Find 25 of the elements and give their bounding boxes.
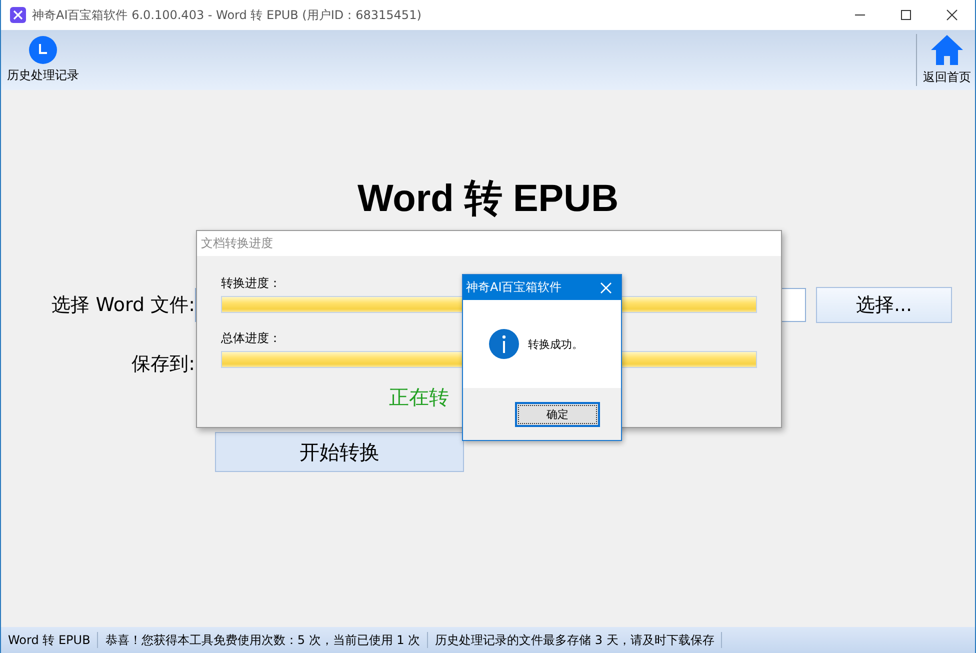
dialog-title: 文档转换进度 xyxy=(201,235,273,252)
clock-icon xyxy=(29,36,57,64)
window-title: 神奇AI百宝箱软件 6.0.100.403 - Word 转 EPUB (用户ID：68315451) xyxy=(32,6,422,24)
home-icon xyxy=(930,34,964,66)
status-text: 恭喜！您获得本工具免费使用次数：5 次，当前已使用 1 次 xyxy=(98,632,428,648)
close-icon xyxy=(600,282,612,294)
maximize-icon xyxy=(900,9,912,21)
close-icon xyxy=(946,9,958,21)
progress-label: 转换进度： xyxy=(221,276,281,290)
start-button[interactable]: 开始转换 xyxy=(215,432,464,472)
file-label: 选择 Word 文件: xyxy=(50,293,195,318)
app-icon xyxy=(10,7,26,23)
save-label: 保存到: xyxy=(130,352,195,377)
status-text: 历史处理记录的文件最多存储 3 天，请及时下载保存 xyxy=(428,632,722,648)
progress-status: 正在转 xyxy=(389,386,449,411)
history-button[interactable]: 历史处理记录 xyxy=(1,30,85,90)
ok-button[interactable]: 确定 xyxy=(515,402,600,426)
choose-button[interactable]: 选择... xyxy=(816,287,952,323)
page-heading: Word 转 EPUB xyxy=(357,177,619,222)
message-text: 转换成功。 xyxy=(528,336,583,352)
info-icon xyxy=(489,329,519,359)
progress-label: 总体进度： xyxy=(221,331,281,345)
message-box-title: 神奇AI百宝箱软件 xyxy=(466,279,562,296)
home-button[interactable]: 返回首页 xyxy=(917,30,975,90)
status-text: Word 转 EPUB xyxy=(1,632,98,648)
